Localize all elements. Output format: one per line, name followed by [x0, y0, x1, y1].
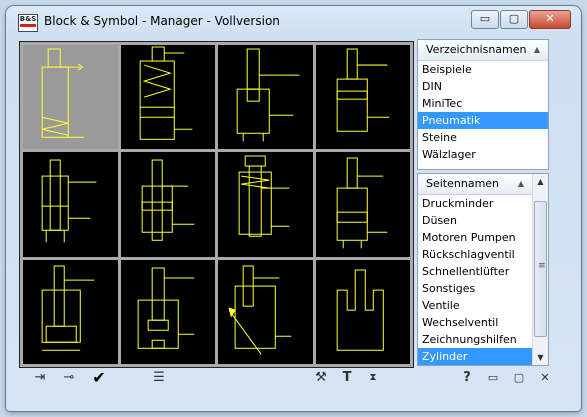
list-icon[interactable]: ☰ — [149, 368, 169, 388]
list-item[interactable]: Pneumatik — [418, 112, 548, 129]
maximize-button[interactable]: ▢ — [500, 10, 528, 29]
symbol-cell[interactable] — [315, 45, 410, 150]
cylinder-spring-symbol-icon — [238, 155, 290, 238]
page-list-scrollbar[interactable]: ▲ ≡ ▼ — [532, 174, 548, 365]
text-icon[interactable]: T — [337, 368, 357, 388]
pin-icon[interactable]: ⊸ — [59, 368, 79, 388]
symbol-cell[interactable] — [218, 259, 313, 364]
list-item[interactable]: Motoren Pumpen — [418, 229, 532, 246]
symbol-cell[interactable] — [120, 45, 215, 150]
list-item[interactable]: Beispiele — [418, 61, 548, 78]
symbol-cell[interactable] — [315, 259, 410, 364]
list-item[interactable]: Rückschlagventil — [418, 246, 532, 263]
cylinder-symbol-icon — [41, 159, 97, 243]
ok-icon[interactable]: ✔ — [89, 368, 109, 388]
restore-icon[interactable]: ▢ — [511, 368, 527, 388]
tools-icon[interactable]: ⚒ — [311, 368, 331, 388]
cylinder-symbol-icon — [141, 159, 194, 242]
symbol-cell[interactable] — [218, 45, 313, 150]
cylinder-symbol-icon — [336, 157, 387, 249]
help-icon[interactable]: ? — [459, 368, 475, 388]
symbol-cell[interactable] — [120, 259, 215, 364]
cylinder-symbol-icon — [137, 267, 194, 349]
close-icon[interactable]: ✕ — [537, 368, 553, 388]
cylinder-symbol-icon — [336, 269, 384, 351]
cylinder-symbol-icon — [236, 48, 300, 142]
minimize-icon[interactable]: ▭ — [485, 368, 501, 388]
sort-icon[interactable]: ⧗ — [363, 368, 383, 388]
symbol-cell[interactable] — [23, 259, 118, 364]
list-item[interactable]: Sonstiges — [418, 280, 532, 297]
directory-list-header[interactable]: Verzeichnisnamen ▲ — [418, 40, 548, 61]
list-item[interactable]: Düsen — [418, 212, 532, 229]
symbol-cell[interactable] — [120, 152, 215, 257]
app-logo-icon[interactable]: B&S — [18, 14, 38, 32]
symbol-cell[interactable] — [23, 45, 118, 150]
cylinder-symbol-icon — [228, 265, 292, 355]
symbol-cell[interactable] — [23, 152, 118, 257]
close-button[interactable]: ✕ — [529, 10, 571, 29]
scroll-thumb[interactable]: ≡ — [534, 201, 547, 337]
window-title: Block & Symbol - Manager - Vollversion — [44, 14, 280, 28]
list-item[interactable]: Druckminder — [418, 195, 532, 212]
symbol-grid — [19, 41, 414, 368]
list-item[interactable]: Ventile — [418, 297, 532, 314]
grip-icon: ≡ — [538, 261, 546, 271]
cylinder-symbol-icon — [336, 48, 389, 132]
list-item[interactable]: Wechselventil — [418, 314, 532, 331]
list-item[interactable]: Zylinder — [418, 348, 532, 365]
list-item[interactable]: MiniTec — [418, 95, 548, 112]
list-item[interactable]: DIN — [418, 78, 548, 95]
minimize-button[interactable]: ▭ — [471, 10, 499, 29]
symbol-cell[interactable] — [218, 152, 313, 257]
scroll-up-icon[interactable]: ▲ — [533, 174, 548, 189]
list-item[interactable]: Schnellentlüfter — [418, 263, 532, 280]
page-list-header[interactable]: Seitennamen ▲ — [418, 174, 532, 195]
scroll-down-icon[interactable]: ▼ — [533, 350, 548, 365]
symbol-cell[interactable] — [315, 152, 410, 257]
cylinder-symbol-icon — [41, 48, 85, 138]
directory-list[interactable]: Verzeichnisnamen ▲ Beispiele DIN MiniTec Pne… — [417, 39, 549, 170]
list-item[interactable]: Zeichnungshilfen — [418, 331, 532, 348]
sort-ascending-icon: ▲ — [517, 179, 524, 188]
bottom-toolbar: ⇥ ⊸ ✔ ☰ ⚒ T ⧗ ? ▭ ▢ ✕ — [13, 366, 574, 390]
title-bar[interactable]: B&S Block & Symbol - Manager - Vollversi… — [6, 6, 581, 36]
list-item[interactable]: Steine — [418, 129, 548, 146]
cylinder-spring-symbol-icon — [139, 46, 192, 140]
cylinder-symbol-icon — [41, 265, 95, 351]
page-list[interactable]: Seitennamen ▲ Druckminder Düsen Motoren Pum… — [417, 173, 549, 366]
sort-ascending-icon: ▲ — [533, 45, 540, 54]
list-item[interactable]: Wälzlager — [418, 146, 548, 163]
exit-icon[interactable]: ⇥ — [31, 368, 49, 388]
